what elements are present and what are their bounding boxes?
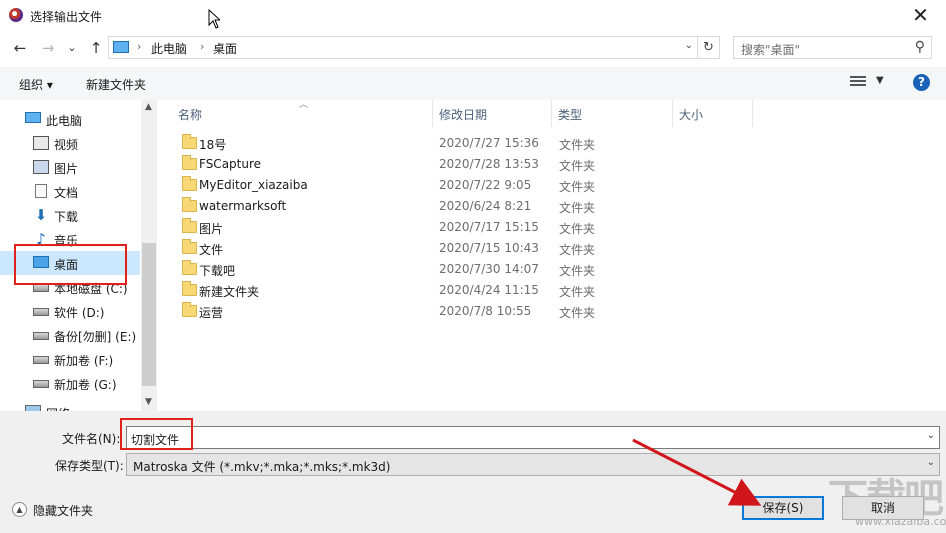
annotation-arrow bbox=[632, 438, 762, 506]
